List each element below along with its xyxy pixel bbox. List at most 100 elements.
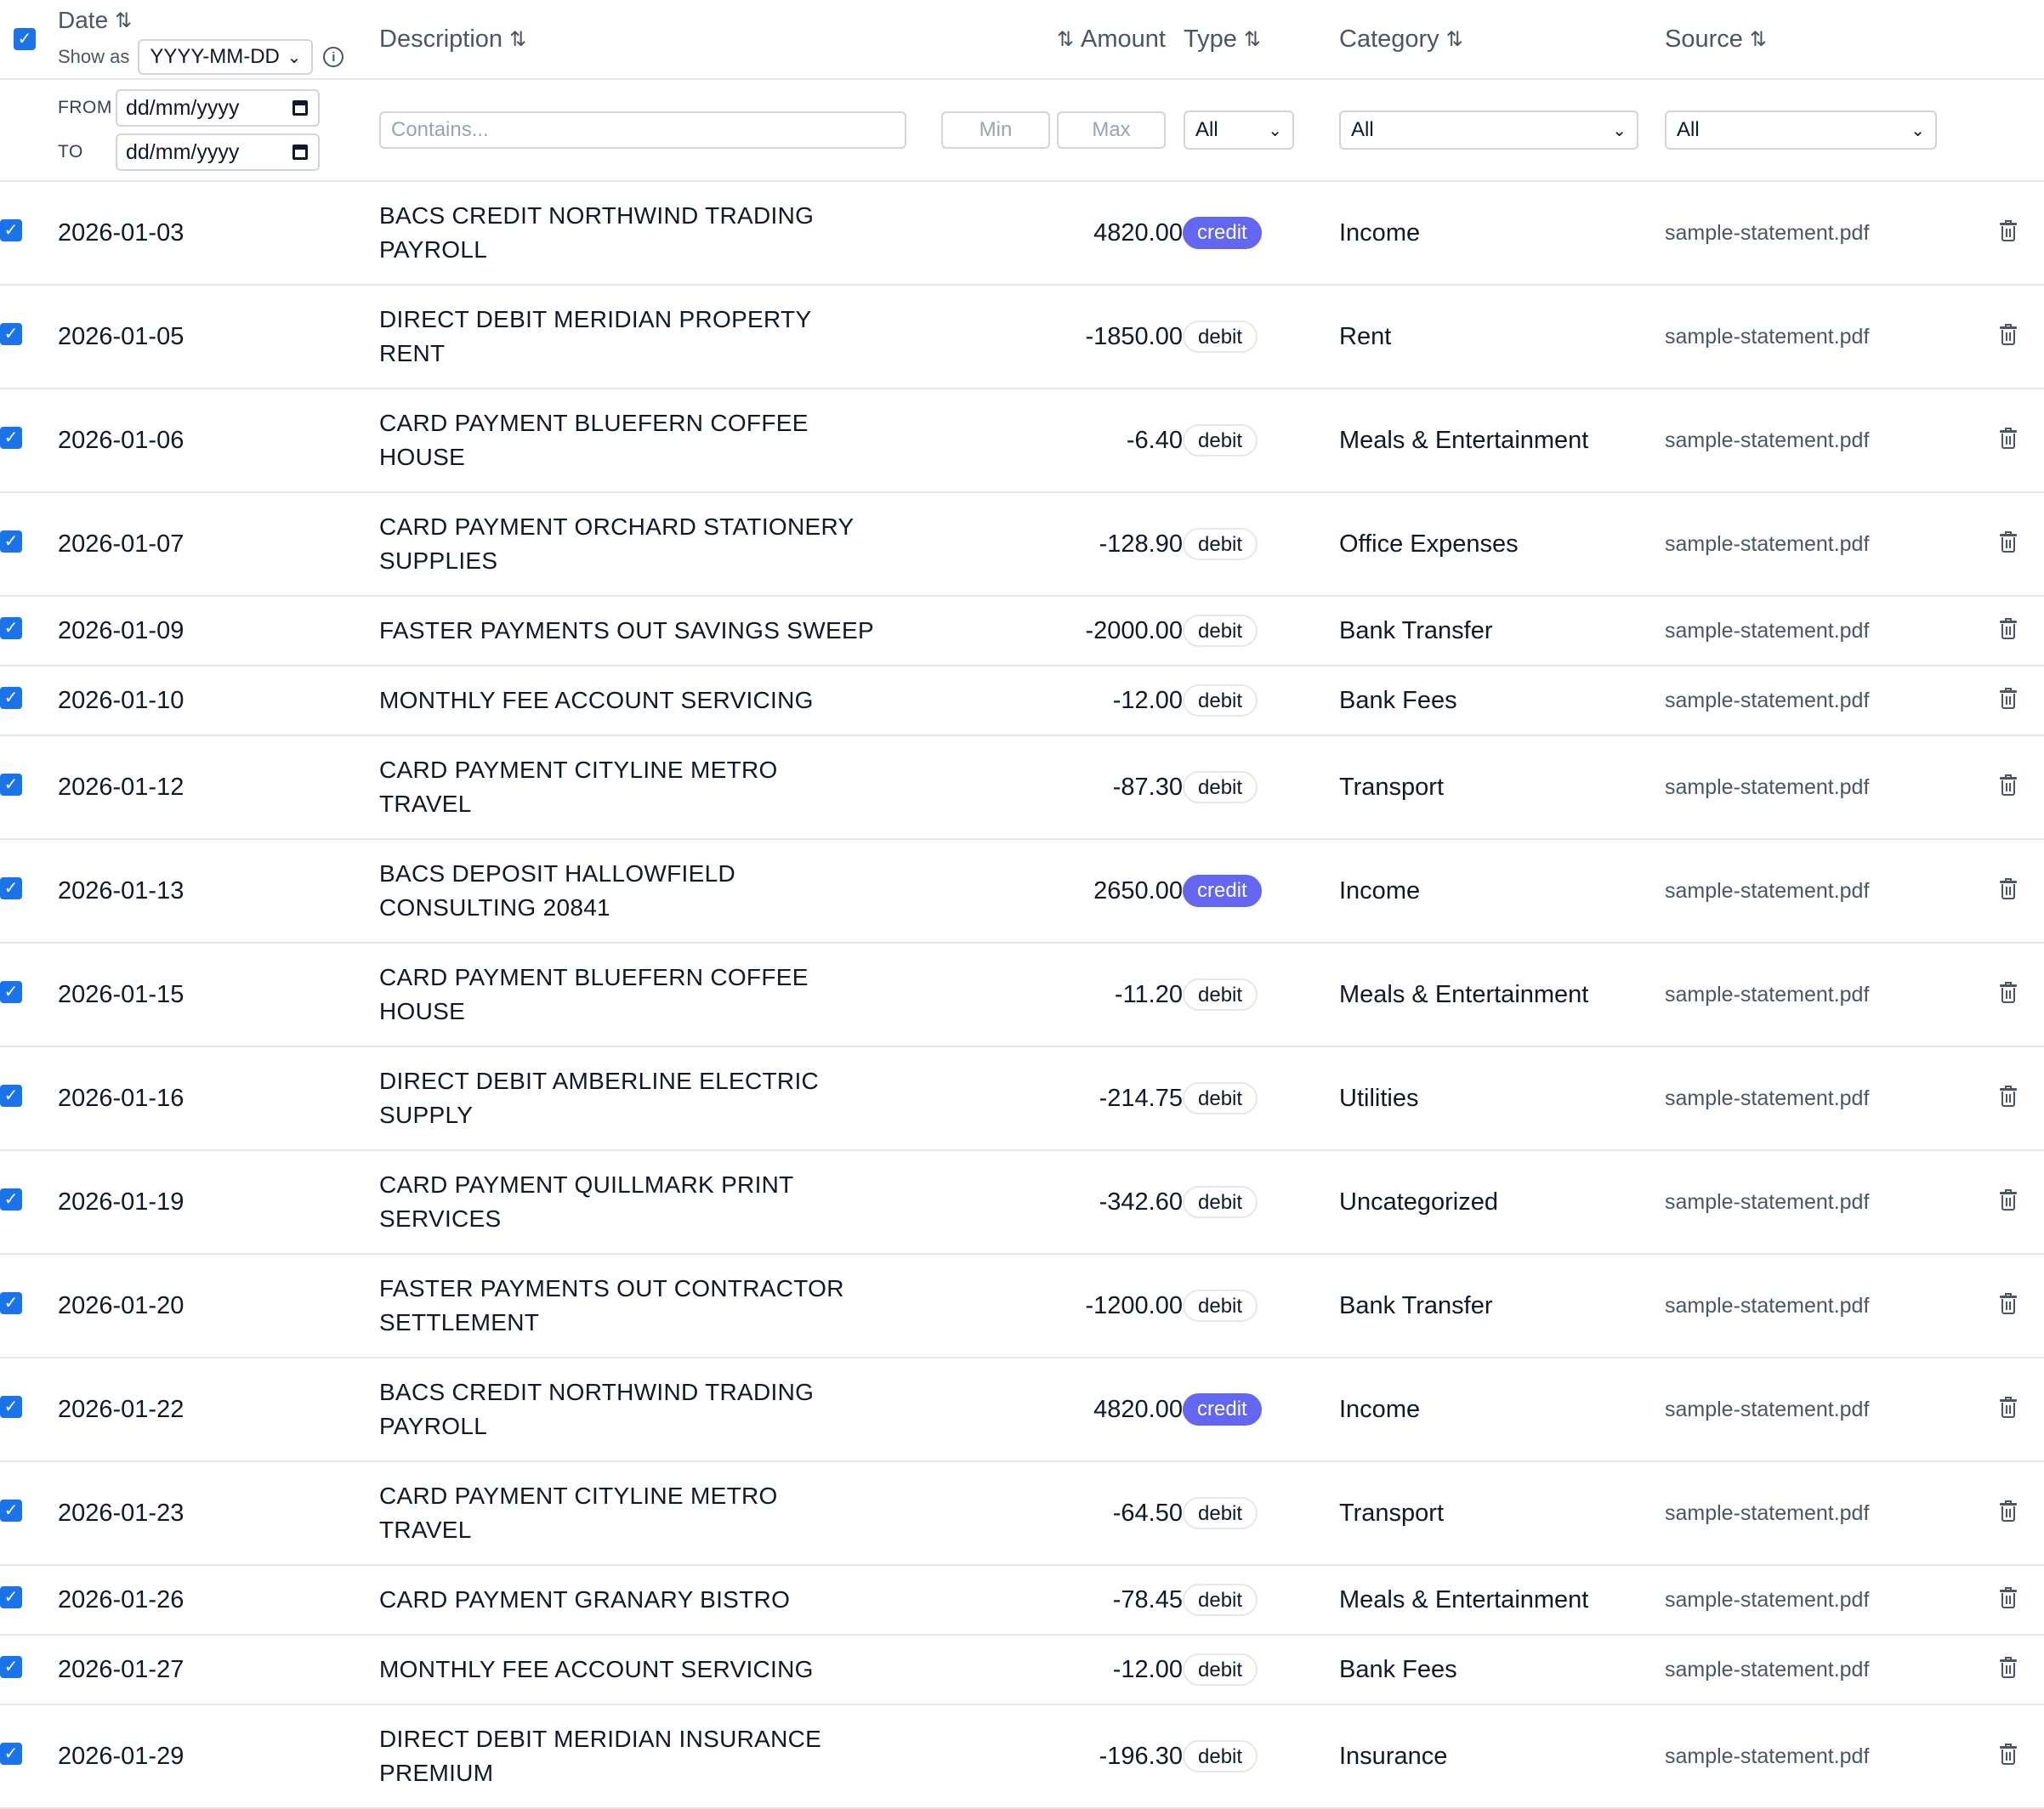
calendar-icon[interactable] — [292, 100, 308, 116]
date-format-select[interactable]: YYYY-MM-DD ⌄ — [138, 39, 314, 75]
trash-icon[interactable] — [2000, 981, 2017, 1003]
row-checkbox[interactable]: ✓ — [0, 427, 22, 449]
row-category: Income — [1339, 181, 1665, 286]
row-checkbox[interactable]: ✓ — [0, 687, 22, 709]
table-row[interactable]: ✓ 2026-01-16 DIRECT DEBIT AMBERLINE ELECTR… — [0, 1046, 2044, 1151]
table-row[interactable]: ✓ 2026-01-27 MONTHLY FEE ACCOUNT SERVICING… — [0, 1635, 2044, 1705]
row-source: sample-statement.pdf — [1665, 735, 1973, 840]
row-checkbox[interactable]: ✓ — [0, 1586, 22, 1608]
amount-sort-button[interactable]: ⇅ Amount — [922, 26, 1183, 54]
row-type: debit — [1183, 1254, 1339, 1358]
info-icon[interactable]: i — [323, 47, 344, 67]
type-filter-select[interactable]: All ⌄ — [1184, 111, 1294, 150]
to-date-input[interactable]: dd/mm/yyyy — [116, 133, 320, 171]
row-category: Office Expenses — [1339, 492, 1665, 597]
row-checkbox[interactable]: ✓ — [0, 877, 22, 899]
table-row[interactable]: ✓ 2026-01-07 CARD PAYMENT ORCHARD STATIONE… — [0, 492, 2044, 597]
table-row[interactable]: ✓ 2026-01-23 CARD PAYMENT CITYLINE METRO TR… — [0, 1461, 2044, 1566]
row-select-cell: ✓ — [0, 1704, 58, 1809]
source-header: Source ⇅ — [1665, 0, 1973, 80]
table-row[interactable]: ✓ 2026-01-12 CARD PAYMENT CITYLINE METRO TR… — [0, 735, 2044, 840]
row-checkbox[interactable]: ✓ — [0, 530, 22, 553]
row-type: credit — [1183, 1358, 1339, 1462]
amount-min-input[interactable]: Min — [941, 111, 1050, 149]
trash-icon[interactable] — [2000, 1396, 2017, 1418]
trash-icon[interactable] — [2000, 1292, 2017, 1314]
table-row[interactable]: ✓ 2026-01-09 FASTER PAYMENTS OUT SAVINGS S… — [0, 596, 2044, 666]
row-description: BACS CREDIT NORTHWIND TRADING PAYROLL — [379, 1358, 922, 1462]
type-badge: debit — [1183, 1186, 1258, 1218]
row-description-line1: CARD PAYMENT CITYLINE METRO — [379, 1483, 778, 1509]
row-checkbox[interactable]: ✓ — [0, 1292, 22, 1314]
source-filter-select[interactable]: All ⌄ — [1665, 111, 1937, 150]
row-description: CARD PAYMENT ORCHARD STATIONERY SUPPLIES — [379, 492, 922, 597]
trash-icon[interactable] — [2000, 1500, 2017, 1522]
row-actions — [1973, 492, 2044, 597]
from-date-input[interactable]: dd/mm/yyyy — [116, 89, 320, 127]
trash-icon[interactable] — [2000, 1743, 2017, 1765]
select-all-checkbox[interactable]: ✓ — [14, 28, 36, 50]
row-actions — [1973, 181, 2044, 286]
date-sort-button[interactable]: Date ⇅ — [58, 5, 379, 36]
type-sort-button[interactable]: Type ⇅ — [1183, 26, 1339, 54]
amount-header: ⇅ Amount — [922, 0, 1183, 80]
row-description: CARD PAYMENT BLUEFERN COFFEE HOUSE — [379, 943, 922, 1047]
description-filter: Contains... — [379, 79, 922, 182]
row-checkbox[interactable]: ✓ — [0, 219, 22, 241]
row-source: sample-statement.pdf — [1665, 1046, 1973, 1151]
row-checkbox[interactable]: ✓ — [0, 323, 22, 345]
trash-icon[interactable] — [2000, 687, 2017, 709]
row-amount: 4820.00 — [922, 1358, 1183, 1462]
row-source: sample-statement.pdf — [1665, 492, 1973, 597]
table-row[interactable]: ✓ 2026-01-06 CARD PAYMENT BLUEFERN COFFEE H… — [0, 388, 2044, 493]
table-row[interactable]: ✓ 2026-01-20 FASTER PAYMENTS OUT CONTRACTO… — [0, 1254, 2044, 1358]
description-sort-button[interactable]: Description ⇅ — [379, 26, 922, 54]
trash-icon[interactable] — [2000, 1586, 2017, 1608]
row-checkbox[interactable]: ✓ — [0, 774, 22, 796]
row-checkbox[interactable]: ✓ — [0, 1085, 22, 1107]
row-category: Meals & Entertainment — [1339, 943, 1665, 1047]
trash-icon[interactable] — [2000, 617, 2017, 639]
row-checkbox[interactable]: ✓ — [0, 1188, 22, 1211]
row-checkbox[interactable]: ✓ — [0, 1396, 22, 1418]
trash-icon[interactable] — [2000, 1656, 2017, 1678]
row-source: sample-statement.pdf — [1665, 1565, 1973, 1636]
trash-icon[interactable] — [2000, 530, 2017, 553]
category-header: Category ⇅ — [1339, 0, 1665, 80]
trash-icon[interactable] — [2000, 774, 2017, 796]
row-checkbox[interactable]: ✓ — [0, 981, 22, 1003]
trash-icon[interactable] — [2000, 1188, 2017, 1211]
table-row[interactable]: ✓ 2026-01-29 DIRECT DEBIT MERIDIAN INSURAN… — [0, 1704, 2044, 1809]
row-checkbox[interactable]: ✓ — [0, 617, 22, 639]
source-sort-button[interactable]: Source ⇅ — [1665, 26, 1973, 54]
table-row[interactable]: ✓ 2026-01-10 MONTHLY FEE ACCOUNT SERVICING… — [0, 666, 2044, 736]
row-description-line1: CARD PAYMENT CITYLINE METRO — [379, 757, 778, 783]
table-row[interactable]: ✓ 2026-01-03 BACS CREDIT NORTHWIND TRADING… — [0, 181, 2044, 286]
table-row[interactable]: ✓ 2026-01-26 CARD PAYMENT GRANARY BISTRO -7… — [0, 1565, 2044, 1636]
table-row[interactable]: ✓ 2026-01-15 CARD PAYMENT BLUEFERN COFFEE H… — [0, 943, 2044, 1047]
row-checkbox[interactable]: ✓ — [0, 1656, 22, 1678]
row-checkbox[interactable]: ✓ — [0, 1500, 22, 1522]
calendar-icon[interactable] — [292, 145, 308, 160]
table-row[interactable]: ✓ 2026-01-19 CARD PAYMENT QUILLMARK PRINT S… — [0, 1150, 2044, 1255]
trash-icon[interactable] — [2000, 323, 2017, 345]
select-all-cell: ✓ — [0, 0, 58, 80]
chevron-down-icon: ⌄ — [1268, 121, 1282, 140]
table-row[interactable]: ✓ 2026-01-13 BACS DEPOSIT HALLOWFIELD CONSU… — [0, 839, 2044, 944]
table-row[interactable]: ✓ 2026-01-05 DIRECT DEBIT MERIDIAN PROPERT… — [0, 285, 2044, 389]
table-row[interactable]: ✓ 2026-01-22 BACS CREDIT NORTHWIND TRADING… — [0, 1358, 2044, 1462]
row-type: debit — [1183, 666, 1339, 736]
source-filter: All ⌄ — [1665, 79, 1973, 182]
trash-icon[interactable] — [2000, 877, 2017, 899]
trash-icon[interactable] — [2000, 427, 2017, 449]
category-filter-select[interactable]: All ⌄ — [1339, 111, 1638, 150]
trash-icon[interactable] — [2000, 1085, 2017, 1107]
row-checkbox[interactable]: ✓ — [0, 1743, 22, 1765]
row-description-line1: DIRECT DEBIT MERIDIAN PROPERTY — [379, 306, 812, 332]
row-amount: -12.00 — [922, 666, 1183, 736]
amount-max-input[interactable]: Max — [1057, 111, 1166, 149]
description-filter-input[interactable]: Contains... — [379, 111, 906, 149]
trash-icon[interactable] — [2000, 219, 2017, 241]
sort-icon: ⇅ — [1445, 27, 1463, 51]
category-sort-button[interactable]: Category ⇅ — [1339, 26, 1665, 54]
